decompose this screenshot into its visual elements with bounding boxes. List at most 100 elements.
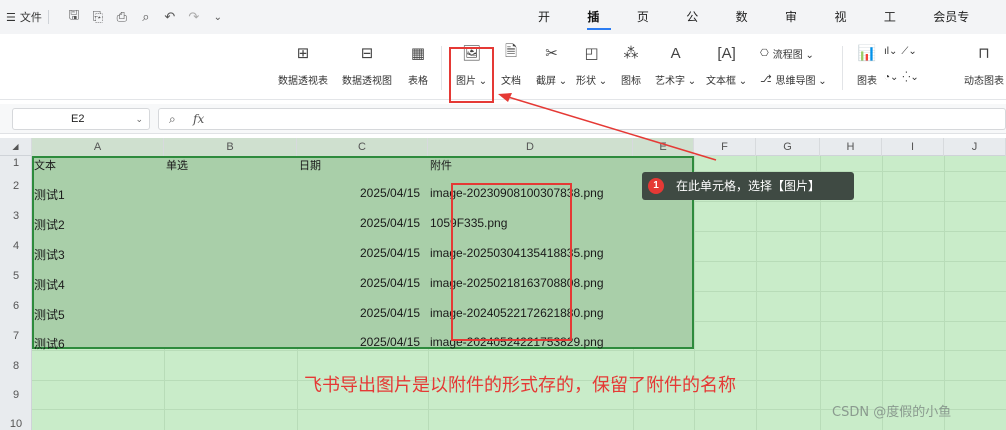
column-header-j[interactable]: J [944, 138, 1006, 156]
flowchart-icon: ⎔ [760, 48, 769, 59]
column-header-b[interactable]: B [164, 138, 297, 156]
table-cell-date[interactable]: 2025/04/15 [360, 246, 420, 260]
table-icon: ▦ [410, 45, 426, 62]
row-header-10[interactable]: 10 [0, 418, 32, 430]
print-icon[interactable]: ⎙ [115, 9, 129, 25]
column-headers: ◢ A B C D E F G H I J [0, 138, 1006, 156]
print-preview-icon[interactable]: ⌕ [139, 9, 153, 25]
tab-insert[interactable]: 插入 [587, 0, 612, 58]
pie-chart-icon: ◔⌄ [884, 72, 899, 83]
table-cell-text[interactable]: 测试6 [34, 335, 65, 352]
header-cell-single-select[interactable]: 单选 [166, 157, 188, 173]
column-header-a[interactable]: A [32, 138, 164, 156]
shape-label: 形状 ⌄ [576, 76, 608, 87]
icon-library-label: 图标 [621, 76, 641, 87]
more-dropdown-icon[interactable]: ⌄ [211, 12, 225, 23]
tab-formula[interactable]: 公式 [686, 0, 709, 58]
flowchart-label: 流程图 ⌄ [772, 50, 814, 61]
screenshot-icon: ✂ [545, 45, 558, 62]
document-button[interactable]: 🗎 文档 [500, 42, 522, 88]
table-cell-date[interactable]: 2025/04/15 [360, 335, 420, 349]
chart-button[interactable]: 📊 图表 [856, 42, 878, 87]
column-header-c[interactable]: C [297, 138, 428, 156]
pivot-table-button[interactable]: ⊞ 数据透视表 [278, 42, 328, 87]
column-header-d[interactable]: D [428, 138, 633, 156]
header-cell-attachment[interactable]: 附件 [430, 157, 452, 173]
tab-data[interactable]: 数据 [736, 0, 759, 58]
formula-bar: E2 ⌄ ⌕ fx [0, 104, 1006, 134]
row-header-1[interactable]: 1 [0, 156, 32, 170]
file-menu-label: 文件 [19, 12, 42, 24]
share-icon[interactable]: ⎘ [91, 9, 105, 25]
dynamic-chart-button[interactable]: ⊓ 动态图表 [964, 42, 1004, 87]
fx-icon[interactable]: fx [193, 112, 204, 126]
chevron-down-icon[interactable]: ⌄ [135, 109, 143, 129]
tab-page[interactable]: 页面 [637, 0, 660, 58]
row-header-5[interactable]: 5 [0, 270, 32, 282]
step-badge: 1 [648, 178, 664, 194]
column-header-e[interactable]: E [633, 138, 694, 156]
row-header-4[interactable]: 4 [0, 240, 32, 252]
pie-chart-dropdown[interactable]: ◔⌄ ⁛⌄ [884, 72, 919, 83]
instruction-tooltip: 1 在此单元格，选择【图片】 [642, 172, 854, 200]
table-cell-date[interactable]: 2025/04/15 [360, 306, 420, 320]
screenshot-button[interactable]: ✂ 截屏 ⌄ [536, 42, 567, 87]
table-cell-date[interactable]: 2025/04/15 [360, 276, 420, 290]
screenshot-label: 截屏 ⌄ [536, 76, 568, 87]
column-header-i[interactable]: I [882, 138, 944, 156]
icon-library-button[interactable]: ⁂ 图标 [620, 42, 642, 87]
tab-home[interactable]: 开始 [538, 0, 561, 58]
mindmap-icon: ⎇ [760, 74, 772, 85]
tab-tools[interactable]: 工具 [884, 0, 907, 58]
row-header-6[interactable]: 6 [0, 300, 32, 312]
file-menu[interactable]: ☰ 文件 [0, 9, 42, 25]
table-cell-date[interactable]: 2025/04/15 [360, 216, 420, 230]
tab-review[interactable]: 审阅 [785, 0, 808, 58]
column-header-g[interactable]: G [756, 138, 820, 156]
select-all-corner[interactable]: ◢ [0, 138, 32, 156]
table-cell-text[interactable]: 测试1 [34, 186, 65, 203]
wordart-label: 艺术字 ⌄ [655, 76, 697, 87]
tab-member[interactable]: 会员专享 [933, 0, 980, 58]
textbox-icon: [A] [717, 44, 736, 62]
shape-button[interactable]: ◰ 形状 ⌄ [576, 42, 607, 87]
table-button[interactable]: ▦ 表格 [407, 42, 429, 87]
name-box-value: E2 [71, 113, 85, 125]
undo-icon[interactable]: ↶ [163, 9, 177, 25]
table-cell-text[interactable]: 测试4 [34, 276, 65, 293]
tab-view[interactable]: 视图 [834, 0, 857, 58]
name-box[interactable]: E2 ⌄ [12, 108, 150, 130]
column-header-h[interactable]: H [820, 138, 882, 156]
formula-input[interactable]: ⌕ fx [158, 108, 1006, 130]
row-header-3[interactable]: 3 [0, 210, 32, 222]
header-cell-date[interactable]: 日期 [299, 157, 321, 173]
table-cell-text[interactable]: 测试3 [34, 246, 65, 263]
row-headers: 1 2 3 4 5 6 7 8 9 10 [0, 156, 32, 430]
column-chart-dropdown[interactable]: ıl⌄ ⟋⌄ [884, 46, 917, 57]
bar-chart-icon: 📊 [857, 45, 877, 62]
flowchart-button[interactable]: ⎔ 流程图 ⌄ [760, 46, 814, 61]
document-icon: 🗎 [504, 42, 518, 60]
row-header-9[interactable]: 9 [0, 389, 32, 401]
document-label: 文档 [501, 76, 521, 87]
icon-library-icon: ⁂ [623, 45, 639, 62]
header-cell-text[interactable]: 文本 [34, 157, 56, 173]
row-header-7[interactable]: 7 [0, 330, 32, 342]
chart-label: 图表 [857, 76, 877, 87]
table-cell-text[interactable]: 测试2 [34, 216, 65, 233]
column-header-f[interactable]: F [694, 138, 756, 156]
row-header-8[interactable]: 8 [0, 360, 32, 372]
redo-icon[interactable]: ↷ [187, 9, 201, 25]
textbox-button[interactable]: [A] 文本框 ⌄ [706, 42, 747, 88]
quick-access-toolbar: 🖫 ⎘ ⎙ ⌕ ↶ ↷ ⌄ [67, 6, 225, 28]
table-label: 表格 [408, 76, 428, 87]
table-cell-text[interactable]: 测试5 [34, 306, 65, 323]
picture-highlight-box [449, 47, 494, 103]
row-header-2[interactable]: 2 [0, 180, 32, 192]
table-cell-date[interactable]: 2025/04/15 [360, 186, 420, 200]
zoom-icon[interactable]: ⌕ [169, 112, 176, 127]
pivot-chart-button[interactable]: ⊟ 数据透视图 [342, 42, 392, 87]
mindmap-button[interactable]: ⎇ 思维导图 ⌄ [760, 72, 827, 87]
wordart-button[interactable]: A 艺术字 ⌄ [655, 42, 697, 88]
save-icon[interactable]: 🖫 [67, 6, 81, 28]
